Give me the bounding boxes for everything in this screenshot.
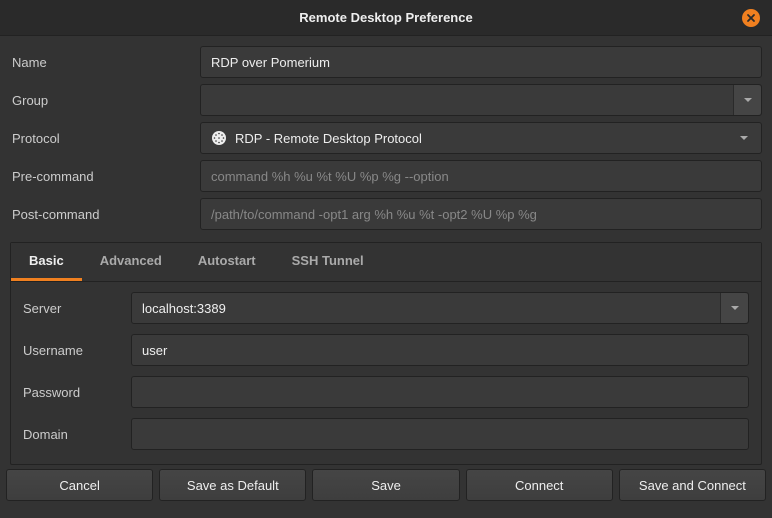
server-combo[interactable]	[131, 292, 749, 324]
titlebar: Remote Desktop Preference	[0, 0, 772, 36]
post-command-input[interactable]	[200, 198, 762, 230]
cancel-button[interactable]: Cancel	[6, 469, 153, 501]
label-name: Name	[10, 55, 200, 70]
label-password: Password	[23, 385, 131, 400]
label-server: Server	[23, 301, 131, 316]
label-post-command: Post-command	[10, 207, 200, 222]
close-button[interactable]	[742, 9, 760, 27]
field-domain: Domain	[23, 418, 749, 450]
name-input[interactable]	[200, 46, 762, 78]
close-icon	[746, 13, 756, 23]
tabs-container: Basic Advanced Autostart SSH Tunnel Serv…	[10, 242, 762, 465]
username-input[interactable]	[131, 334, 749, 366]
rdp-icon	[211, 130, 227, 146]
protocol-combo[interactable]: RDP - Remote Desktop Protocol	[200, 122, 762, 154]
form-content: Name Group Protocol	[0, 36, 772, 465]
tab-bar: Basic Advanced Autostart SSH Tunnel	[11, 243, 761, 282]
button-bar: Cancel Save as Default Save Connect Save…	[0, 465, 772, 507]
field-pre-command: Pre-command	[10, 160, 762, 192]
field-post-command: Post-command	[10, 198, 762, 230]
field-server: Server	[23, 292, 749, 324]
save-button[interactable]: Save	[312, 469, 459, 501]
tab-ssh-tunnel[interactable]: SSH Tunnel	[274, 243, 382, 281]
chevron-down-icon	[740, 136, 748, 140]
save-as-default-button[interactable]: Save as Default	[159, 469, 306, 501]
label-username: Username	[23, 343, 131, 358]
field-password: Password	[23, 376, 749, 408]
field-protocol: Protocol	[10, 122, 762, 154]
tab-advanced[interactable]: Advanced	[82, 243, 180, 281]
password-input[interactable]	[131, 376, 749, 408]
tab-autostart[interactable]: Autostart	[180, 243, 274, 281]
server-input[interactable]	[132, 292, 720, 324]
protocol-combo-value: RDP - Remote Desktop Protocol	[235, 131, 422, 146]
field-group: Group	[10, 84, 762, 116]
save-and-connect-button[interactable]: Save and Connect	[619, 469, 766, 501]
group-combo[interactable]	[200, 84, 762, 116]
group-combo-button[interactable]	[733, 85, 761, 115]
domain-input[interactable]	[131, 418, 749, 450]
tab-basic[interactable]: Basic	[11, 243, 82, 281]
group-combo-value	[201, 85, 733, 115]
protocol-combo-button[interactable]	[727, 123, 761, 153]
label-protocol: Protocol	[10, 131, 200, 146]
chevron-down-icon	[744, 98, 752, 102]
pre-command-input[interactable]	[200, 160, 762, 192]
connect-button[interactable]: Connect	[466, 469, 613, 501]
server-combo-button[interactable]	[720, 293, 748, 323]
label-domain: Domain	[23, 427, 131, 442]
titlebar-title: Remote Desktop Preference	[299, 10, 472, 25]
field-name: Name	[10, 46, 762, 78]
label-group: Group	[10, 93, 200, 108]
field-username: Username	[23, 334, 749, 366]
basic-panel: Server Username Password	[11, 282, 761, 464]
label-pre-command: Pre-command	[10, 169, 200, 184]
chevron-down-icon	[731, 306, 739, 310]
